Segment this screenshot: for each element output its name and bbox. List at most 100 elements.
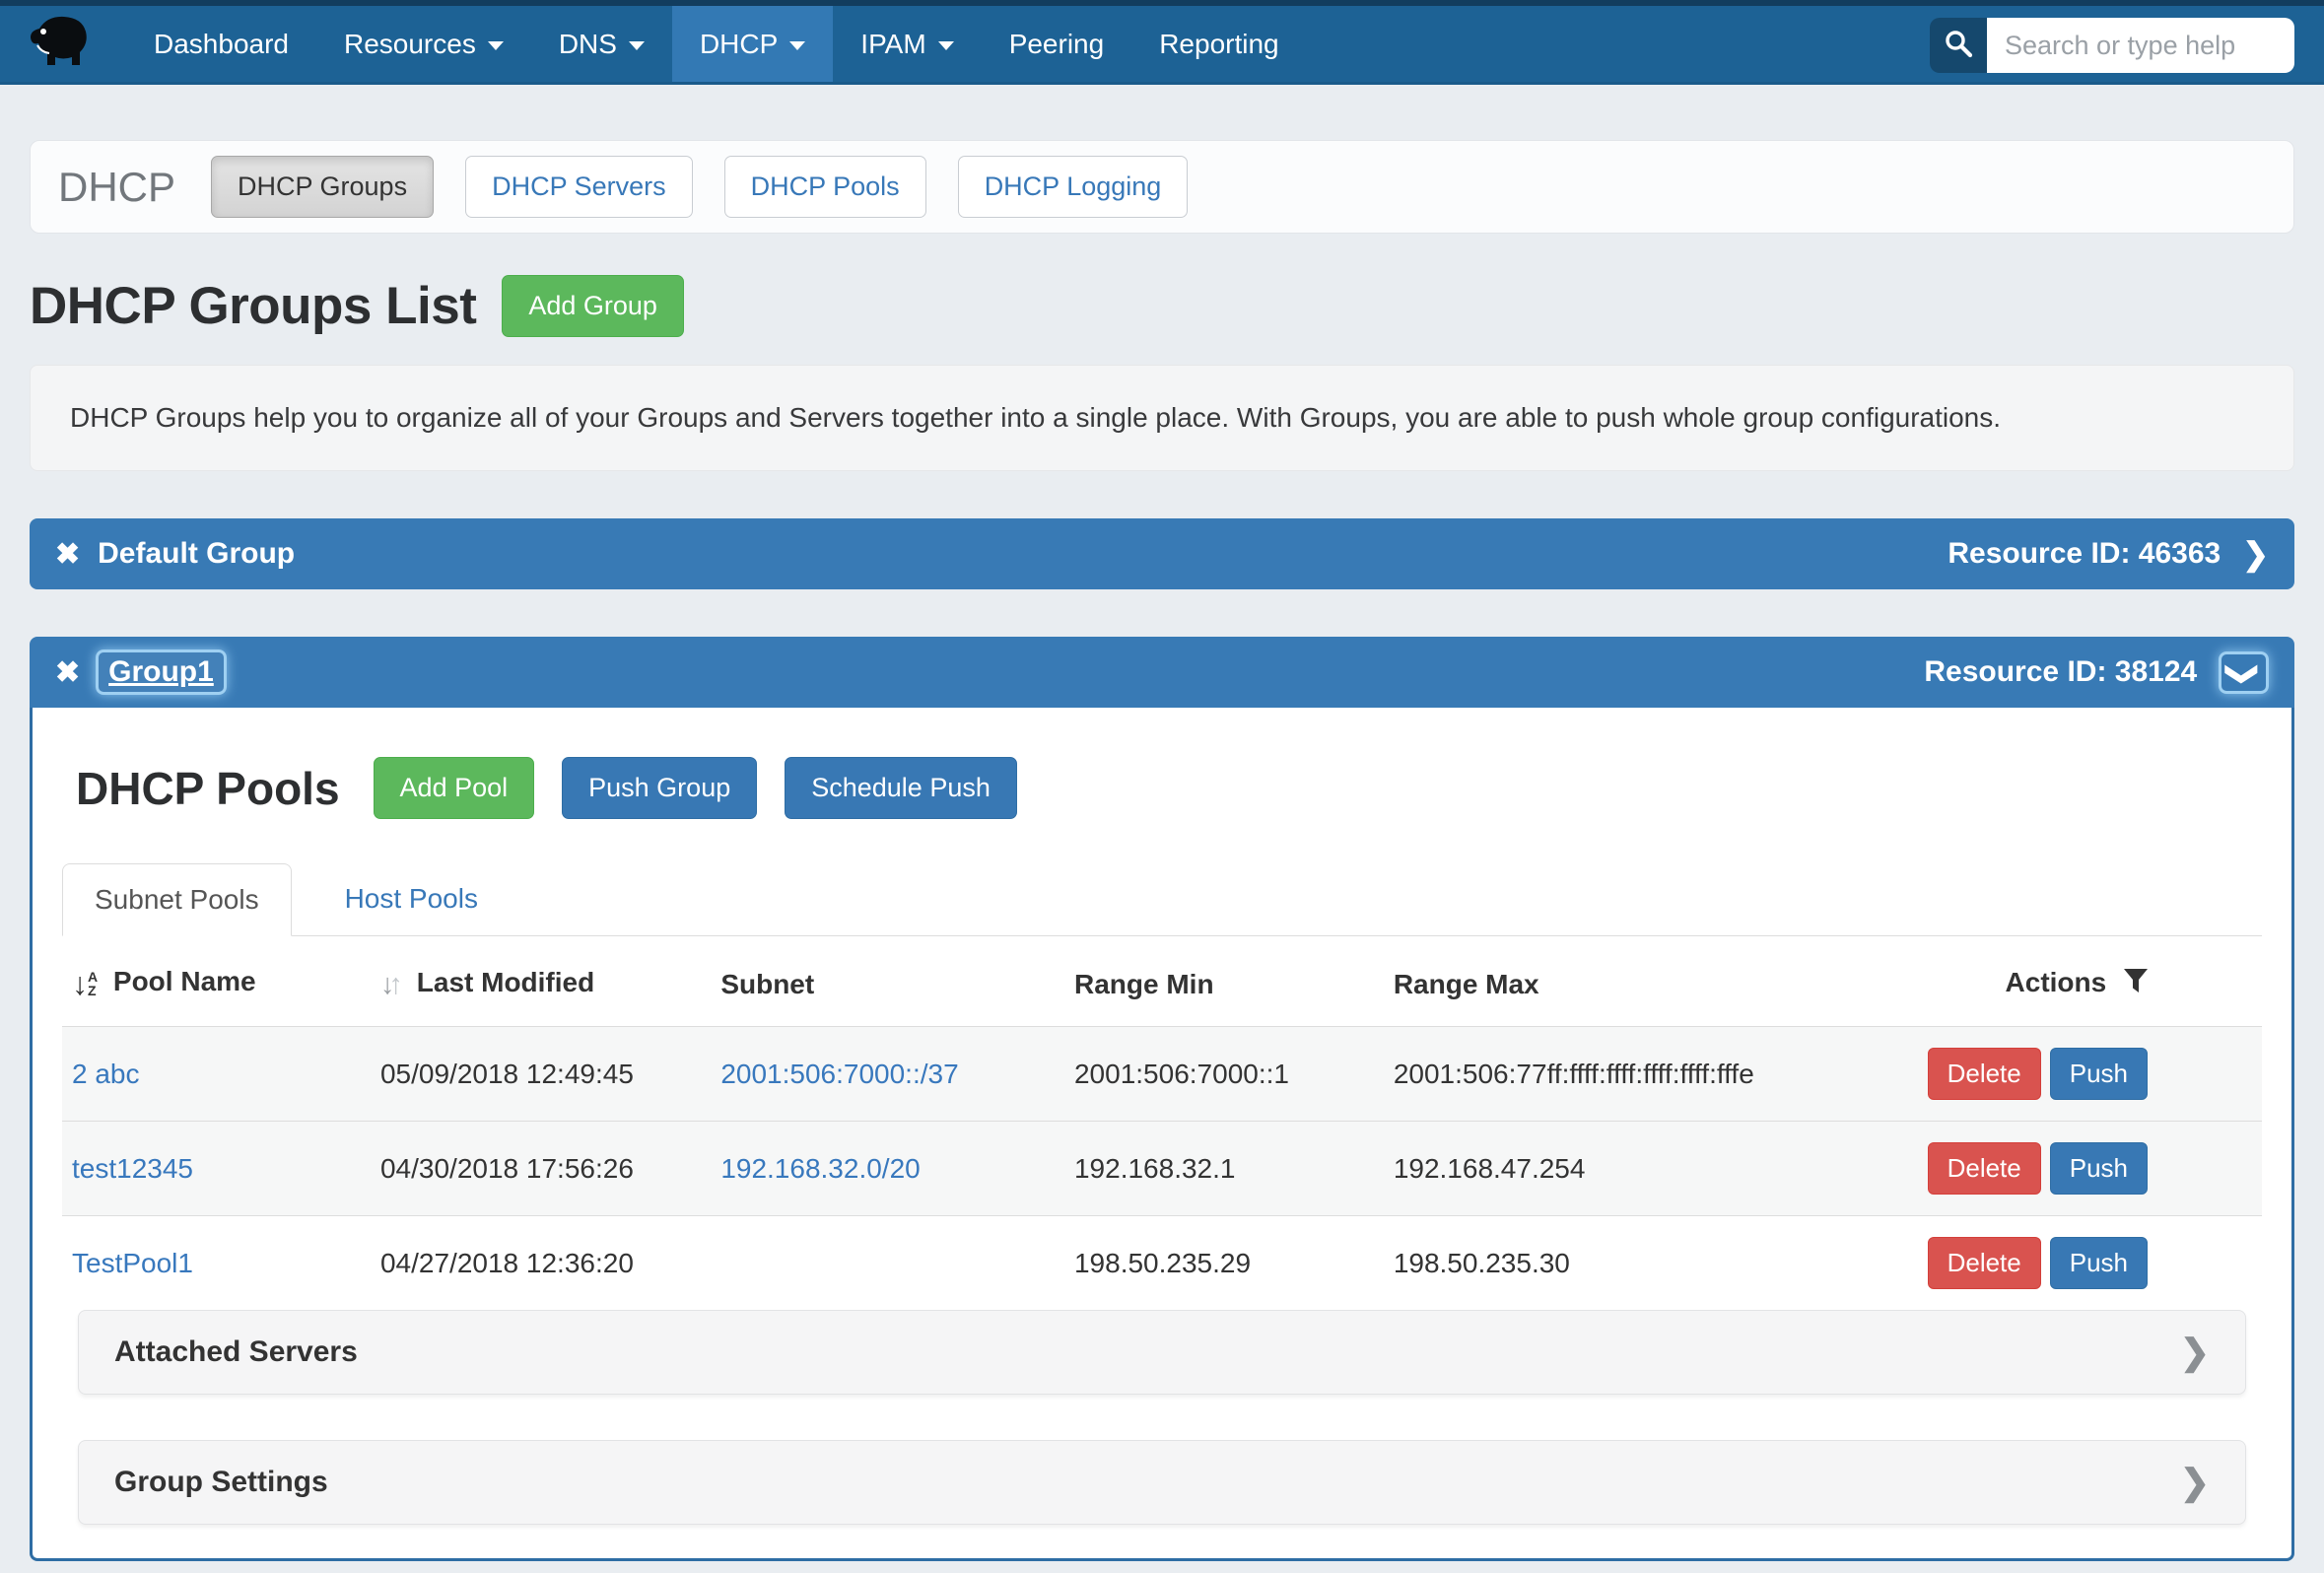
nav-item-reporting[interactable]: Reporting	[1131, 6, 1306, 82]
arrow-up-icon: ↑	[388, 969, 403, 1000]
table-header-row: ↓AZ Pool Name ↓↑ Last Modified Subnet Ra…	[62, 936, 2262, 1027]
last-modified-cell: 04/30/2018 17:56:26	[371, 1122, 711, 1216]
group-panel-group1: ✖ Group1 Resource ID: 38124 ❯ DHCP Pools…	[30, 637, 2294, 1561]
caret-down-icon	[938, 41, 954, 50]
column-header-last-modified[interactable]: ↓↑ Last Modified	[371, 936, 711, 1027]
column-label: Range Max	[1394, 969, 1539, 999]
push-button[interactable]: Push	[2050, 1142, 2148, 1195]
pool-tabs: Subnet Pools Host Pools	[62, 862, 2262, 936]
push-group-button[interactable]: Push Group	[562, 757, 757, 819]
push-button[interactable]: Push	[2050, 1237, 2148, 1289]
nav-label: IPAM	[860, 29, 925, 60]
group-bar-group1[interactable]: ✖ Group1 Resource ID: 38124 ❯	[30, 637, 2294, 708]
pool-name-link[interactable]: test12345	[72, 1153, 193, 1184]
nav-label: Resources	[344, 29, 476, 60]
column-label: Pool Name	[113, 966, 256, 996]
chevron-right-icon[interactable]: ❯	[2242, 538, 2269, 570]
dhcp-subnav-card: DHCP DHCP Groups DHCP Servers DHCP Pools…	[30, 140, 2294, 234]
mammoth-logo-icon	[28, 13, 93, 75]
nav-menu: Dashboard Resources DNS DHCP IPAM Peerin…	[126, 6, 1307, 82]
range-min-cell: 2001:506:7000::1	[1064, 1027, 1384, 1122]
sort-z: Z	[88, 985, 98, 997]
tab-dhcp-logging[interactable]: DHCP Logging	[958, 156, 1189, 218]
search-input[interactable]	[1987, 18, 2294, 73]
range-min-cell: 192.168.32.1	[1064, 1122, 1384, 1216]
range-max-cell: 2001:506:77ff:ffff:ffff:ffff:ffff:fffe	[1384, 1027, 1918, 1122]
range-max-cell: 198.50.235.30	[1384, 1216, 1918, 1311]
row-actions: Delete Push	[1928, 1142, 2252, 1195]
nav-item-dns[interactable]: DNS	[531, 6, 672, 82]
group1-link[interactable]: Group1	[96, 650, 227, 695]
nav-item-dashboard[interactable]: Dashboard	[126, 6, 316, 82]
group1-body: DHCP Pools Add Pool Push Group Schedule …	[30, 708, 2294, 1561]
caret-down-icon	[488, 41, 504, 50]
add-group-button[interactable]: Add Group	[502, 275, 684, 337]
delete-button[interactable]: Delete	[1928, 1142, 2041, 1195]
close-icon[interactable]: ✖	[55, 655, 80, 690]
resource-id-label: Resource ID: 46363	[1948, 537, 2221, 571]
column-header-actions[interactable]: Actions	[1918, 936, 2262, 1027]
caret-down-icon	[789, 41, 805, 50]
accordion-label: Attached Servers	[114, 1335, 358, 1369]
global-search	[1930, 18, 2294, 73]
tab-dhcp-groups[interactable]: DHCP Groups	[211, 156, 434, 218]
tab-host-pools[interactable]: Host Pools	[313, 863, 510, 936]
dhcp-pools-header: DHCP Pools Add Pool Push Group Schedule …	[76, 757, 2262, 819]
caret-down-icon	[629, 41, 645, 50]
tab-dhcp-servers[interactable]: DHCP Servers	[465, 156, 693, 218]
column-label: Last Modified	[417, 967, 594, 997]
group-bar-default-group[interactable]: ✖ Default Group Resource ID: 46363 ❯	[30, 518, 2294, 589]
nav-label: Peering	[1009, 29, 1105, 60]
schedule-push-button[interactable]: Schedule Push	[785, 757, 1017, 819]
delete-button[interactable]: Delete	[1928, 1237, 2041, 1289]
table-row: test12345 04/30/2018 17:56:26 192.168.32…	[62, 1122, 2262, 1216]
chevron-right-icon: ❯	[2180, 1334, 2210, 1370]
accordion-group-settings[interactable]: Group Settings ❯	[78, 1440, 2246, 1525]
column-header-range-max[interactable]: Range Max	[1384, 936, 1918, 1027]
add-pool-button[interactable]: Add Pool	[374, 757, 535, 819]
subnet-link[interactable]: 2001:506:7000::/37	[720, 1059, 958, 1089]
pool-name-link[interactable]: 2 abc	[72, 1059, 140, 1089]
table-row: TestPool1 04/27/2018 12:36:20 198.50.235…	[62, 1216, 2262, 1311]
tab-dhcp-pools[interactable]: DHCP Pools	[724, 156, 926, 218]
row-actions: Delete Push	[1928, 1237, 2252, 1289]
range-min-cell: 198.50.235.29	[1064, 1216, 1384, 1311]
filter-funnel-icon[interactable]	[2124, 970, 2148, 1000]
description-text: DHCP Groups help you to organize all of …	[70, 402, 2001, 433]
range-max-cell: 192.168.47.254	[1384, 1122, 1918, 1216]
sort-icon[interactable]: ↓↑	[380, 969, 403, 1000]
arrow-down-icon: ↓	[72, 966, 88, 1002]
column-label: Actions	[2006, 967, 2107, 997]
description-panel: DHCP Groups help you to organize all of …	[30, 365, 2294, 471]
column-header-range-min[interactable]: Range Min	[1064, 936, 1384, 1027]
pool-name-link[interactable]: TestPool1	[72, 1248, 193, 1278]
collapse-toggle[interactable]: ❯	[2219, 651, 2269, 694]
group-title: Default Group	[98, 537, 295, 571]
push-button[interactable]: Push	[2050, 1048, 2148, 1100]
accordion-attached-servers[interactable]: Attached Servers ❯	[78, 1310, 2246, 1395]
nav-label: DHCP	[700, 29, 778, 60]
last-modified-cell: 05/09/2018 12:49:45	[371, 1027, 711, 1122]
nav-item-ipam[interactable]: IPAM	[833, 6, 981, 82]
row-actions: Delete Push	[1928, 1048, 2252, 1100]
nav-label: Dashboard	[154, 29, 289, 60]
delete-button[interactable]: Delete	[1928, 1048, 2041, 1100]
nav-item-resources[interactable]: Resources	[316, 6, 531, 82]
app-logo[interactable]	[28, 6, 93, 82]
group-bar-right: Resource ID: 38124 ❯	[1924, 651, 2269, 694]
column-label: Range Min	[1074, 969, 1214, 999]
search-icon-button[interactable]	[1930, 18, 1987, 73]
chevron-right-icon: ❯	[2180, 1465, 2210, 1500]
nav-item-dhcp[interactable]: DHCP	[672, 6, 833, 82]
column-header-subnet[interactable]: Subnet	[711, 936, 1064, 1027]
column-header-pool-name[interactable]: ↓AZ Pool Name	[62, 936, 371, 1027]
sort-alpha-asc-icon[interactable]: ↓AZ	[72, 966, 98, 1002]
nav-item-peering[interactable]: Peering	[982, 6, 1132, 82]
page-title: DHCP Groups List	[30, 276, 476, 336]
tab-subnet-pools[interactable]: Subnet Pools	[62, 863, 292, 936]
section-label: DHCP	[58, 164, 175, 211]
close-icon[interactable]: ✖	[55, 537, 80, 572]
subnet-link[interactable]: 192.168.32.0/20	[720, 1153, 920, 1184]
resource-id-label: Resource ID: 38124	[1924, 655, 2197, 689]
subnet-pools-table: ↓AZ Pool Name ↓↑ Last Modified Subnet Ra…	[62, 936, 2262, 1310]
